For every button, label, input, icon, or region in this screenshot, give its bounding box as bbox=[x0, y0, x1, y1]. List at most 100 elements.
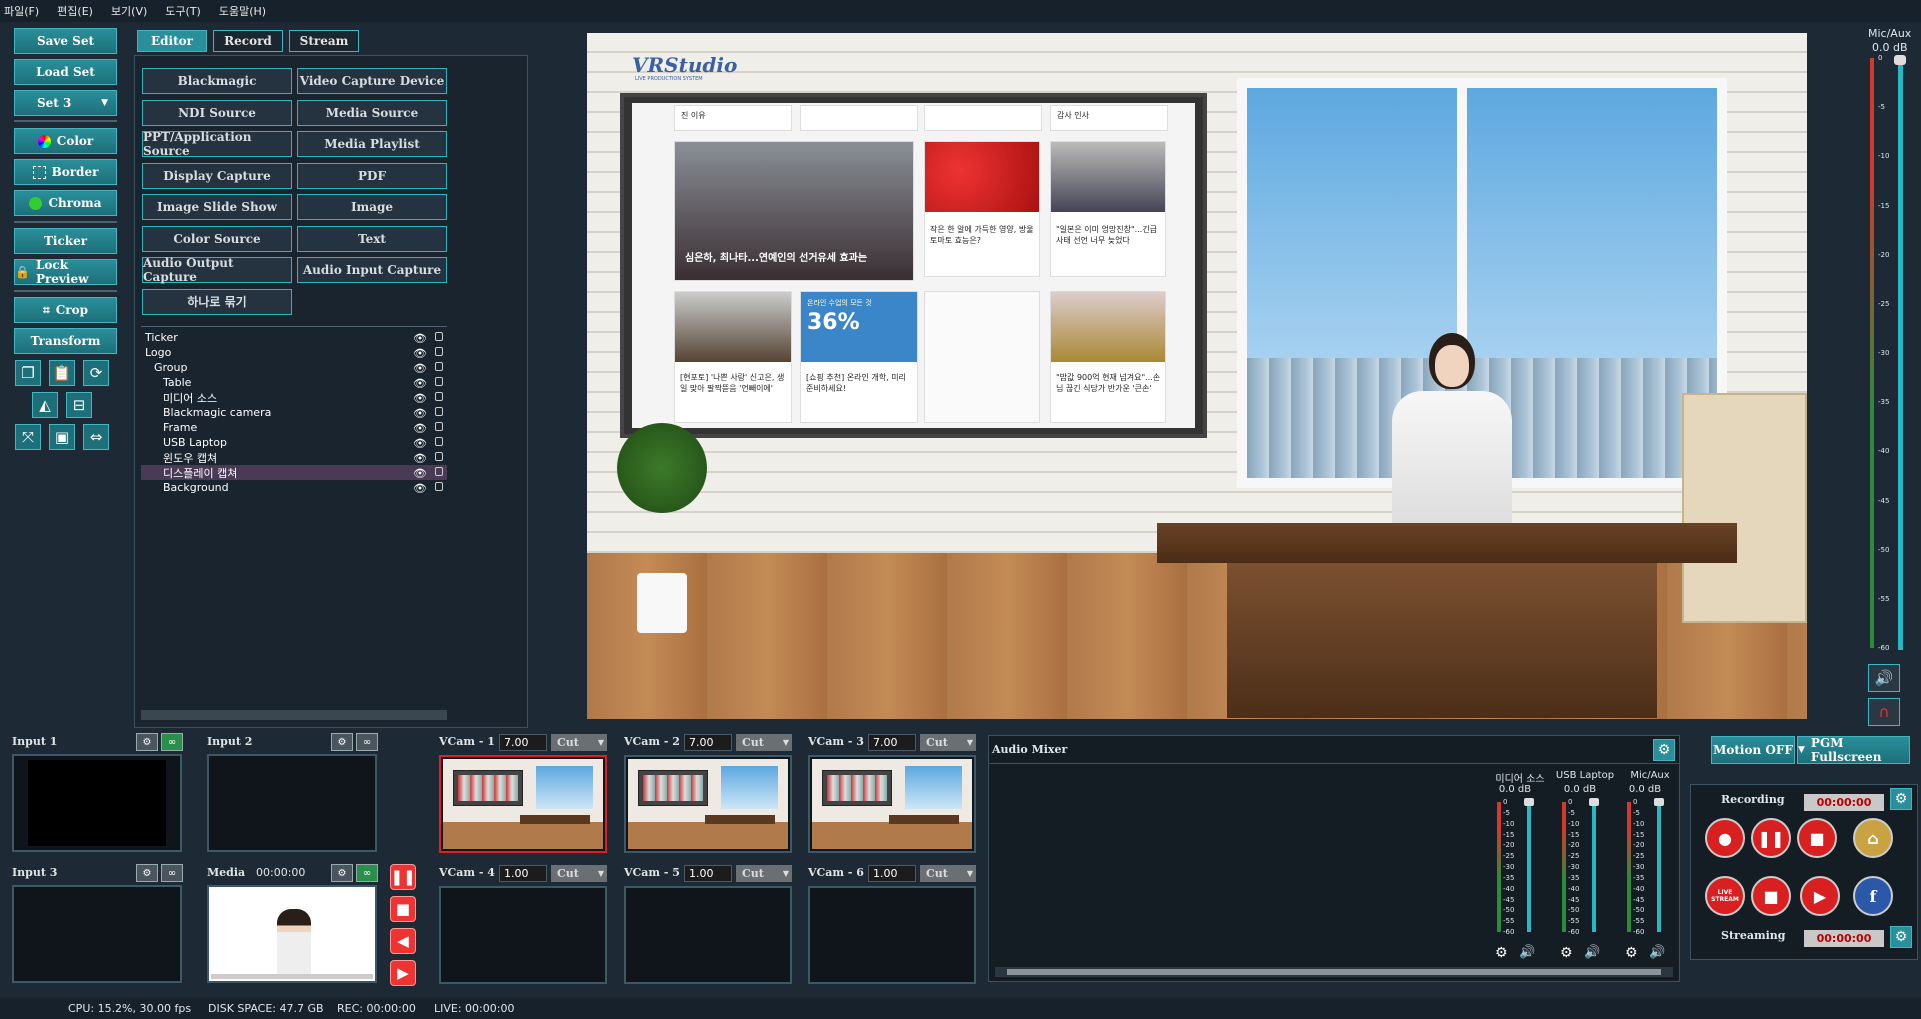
mixer-fader-track[interactable] bbox=[1657, 802, 1661, 932]
gear-icon[interactable]: ⚙ bbox=[136, 864, 158, 882]
source-button[interactable]: Audio Output Capture bbox=[142, 256, 292, 284]
source-button[interactable]: Video Capture Device bbox=[297, 68, 447, 94]
source-button[interactable]: Image bbox=[297, 194, 447, 220]
vcam-tile[interactable] bbox=[624, 886, 792, 984]
eye-icon[interactable]: 👁 bbox=[413, 452, 427, 465]
record-icon[interactable]: ● bbox=[1705, 818, 1745, 858]
source-button[interactable]: PDF bbox=[297, 162, 447, 189]
transform-button[interactable]: Transform bbox=[14, 328, 117, 354]
input-3-tile[interactable] bbox=[12, 885, 182, 983]
gear-icon[interactable]: ⚙ bbox=[1625, 945, 1638, 961]
mixer-scrollbar[interactable] bbox=[995, 967, 1673, 977]
layer-row[interactable]: 미디어 소스 👁 bbox=[141, 390, 447, 405]
eye-icon[interactable]: 👁 bbox=[413, 482, 427, 495]
horizontal-scrollbar[interactable] bbox=[141, 710, 447, 720]
pause-icon[interactable]: ❚❚ bbox=[390, 864, 416, 890]
gear-icon[interactable]: ⚙ bbox=[1560, 945, 1573, 961]
source-button[interactable]: Color Source bbox=[142, 225, 292, 252]
pause-icon[interactable]: ❚❚ bbox=[1751, 818, 1791, 858]
source-button[interactable]: PPT/Application Source bbox=[142, 130, 292, 158]
motion-off-button[interactable]: Motion OFF bbox=[1711, 736, 1795, 764]
stop-icon[interactable]: ■ bbox=[390, 896, 416, 922]
layer-row[interactable]: Blackmagic camera 👁 bbox=[141, 405, 447, 420]
menu-edit[interactable]: 편집(E) bbox=[57, 3, 93, 19]
mixer-fader-track[interactable] bbox=[1592, 802, 1596, 932]
source-button[interactable]: Blackmagic bbox=[142, 68, 292, 94]
stop-icon[interactable]: ■ bbox=[1751, 876, 1791, 916]
vcam-transition-select[interactable]: Cut bbox=[736, 734, 792, 751]
program-preview[interactable]: VRStudio LIVE PRODUCTION SYSTEM 진 이유 감사 … bbox=[587, 33, 1807, 719]
lock-icon[interactable] bbox=[435, 422, 443, 431]
gear-icon[interactable]: ⚙ bbox=[1495, 945, 1508, 961]
source-button[interactable]: NDI Source bbox=[142, 99, 292, 126]
input-1-tile[interactable] bbox=[12, 754, 182, 852]
flip-vertical-icon[interactable]: ⊟ bbox=[66, 392, 92, 418]
lock-icon[interactable] bbox=[435, 347, 443, 356]
speaker-icon[interactable]: 🔊 bbox=[1649, 945, 1665, 960]
previous-icon[interactable]: ◀ bbox=[390, 928, 416, 954]
lock-icon[interactable] bbox=[435, 332, 443, 341]
ticker-button[interactable]: Ticker bbox=[14, 228, 117, 254]
gear-icon[interactable]: ⚙ bbox=[1653, 739, 1675, 761]
folder-icon[interactable]: ⌂ bbox=[1853, 818, 1893, 858]
tab-editor[interactable]: Editor bbox=[137, 30, 207, 52]
tab-record[interactable]: Record bbox=[213, 30, 283, 52]
gear-icon[interactable]: ⚙ bbox=[136, 733, 158, 751]
tab-stream[interactable]: Stream bbox=[289, 30, 359, 52]
stretch-icon[interactable]: ⇔ bbox=[83, 424, 109, 450]
vcam-duration-input[interactable]: 1.00 bbox=[684, 865, 732, 882]
layer-row[interactable]: Ticker 👁 bbox=[141, 330, 447, 345]
layer-row[interactable]: 윈도우 캡쳐 👁 bbox=[141, 450, 447, 465]
vcam-duration-input[interactable]: 7.00 bbox=[499, 734, 547, 751]
eye-icon[interactable]: 👁 bbox=[413, 392, 427, 405]
eye-icon[interactable]: 👁 bbox=[413, 407, 427, 420]
mixer-fader-handle[interactable] bbox=[1654, 798, 1664, 806]
chroma-button[interactable]: Chroma bbox=[14, 190, 117, 216]
vcam-transition-select[interactable]: Cut bbox=[920, 734, 976, 751]
media-seek-bar[interactable] bbox=[211, 974, 373, 979]
lock-icon[interactable] bbox=[435, 437, 443, 446]
lock-preview-button[interactable]: 🔒 Lock Preview bbox=[14, 258, 117, 286]
mixer-scroll-thumb[interactable] bbox=[1007, 969, 1661, 975]
mixer-fader-track[interactable] bbox=[1527, 802, 1531, 932]
mixer-fader-handle[interactable] bbox=[1589, 798, 1599, 806]
menu-tools[interactable]: 도구(T) bbox=[165, 3, 201, 19]
layer-row[interactable]: Table 👁 bbox=[141, 375, 447, 390]
vcam-tile[interactable] bbox=[808, 886, 976, 984]
eye-icon[interactable]: 👁 bbox=[413, 347, 427, 360]
speaker-icon[interactable]: 🔊 bbox=[1519, 945, 1535, 960]
input-2-tile[interactable] bbox=[207, 754, 377, 852]
menu-file[interactable]: 파일(F) bbox=[4, 3, 39, 19]
source-button[interactable]: Media Playlist bbox=[297, 131, 447, 157]
vcam-duration-input[interactable]: 7.00 bbox=[868, 734, 916, 751]
link-icon[interactable]: ∞ bbox=[356, 733, 378, 751]
border-button[interactable]: Border bbox=[14, 159, 117, 185]
vcam-tile[interactable] bbox=[624, 755, 792, 853]
vcam-transition-select[interactable]: Cut bbox=[551, 734, 607, 751]
flip-horizontal-icon[interactable]: ◭ bbox=[32, 392, 58, 418]
gear-icon[interactable]: ⚙ bbox=[1890, 926, 1912, 948]
layer-row[interactable]: Logo 👁 bbox=[141, 345, 447, 360]
fit-screen-icon[interactable]: ⤧ bbox=[15, 424, 41, 450]
lock-icon[interactable] bbox=[435, 482, 443, 491]
next-icon[interactable]: ▶ bbox=[390, 960, 416, 986]
lock-icon[interactable] bbox=[435, 407, 443, 416]
layer-row[interactable]: Group 👁 bbox=[141, 360, 447, 375]
eye-icon[interactable]: 👁 bbox=[413, 467, 427, 480]
menu-help[interactable]: 도움말(H) bbox=[219, 3, 266, 19]
load-set-button[interactable]: Load Set bbox=[14, 59, 117, 85]
copy-icon[interactable]: ❐ bbox=[15, 360, 41, 386]
speaker-icon[interactable]: 🔊 bbox=[1868, 664, 1900, 692]
link-icon[interactable]: ∞ bbox=[161, 864, 183, 882]
save-set-button[interactable]: Save Set bbox=[14, 28, 117, 54]
paste-icon[interactable]: 📋 bbox=[49, 360, 75, 386]
lock-icon[interactable] bbox=[435, 377, 443, 386]
eye-icon[interactable]: 👁 bbox=[413, 332, 427, 345]
gear-icon[interactable]: ⚙ bbox=[331, 864, 353, 882]
source-button[interactable]: Audio Input Capture bbox=[297, 257, 447, 283]
link-icon[interactable]: ∞ bbox=[161, 733, 183, 751]
vcam-tile[interactable] bbox=[808, 755, 976, 853]
layer-row[interactable]: Background 👁 bbox=[141, 480, 447, 495]
lock-icon[interactable] bbox=[435, 392, 443, 401]
set-select[interactable]: Set 3 ▼ bbox=[14, 90, 117, 116]
